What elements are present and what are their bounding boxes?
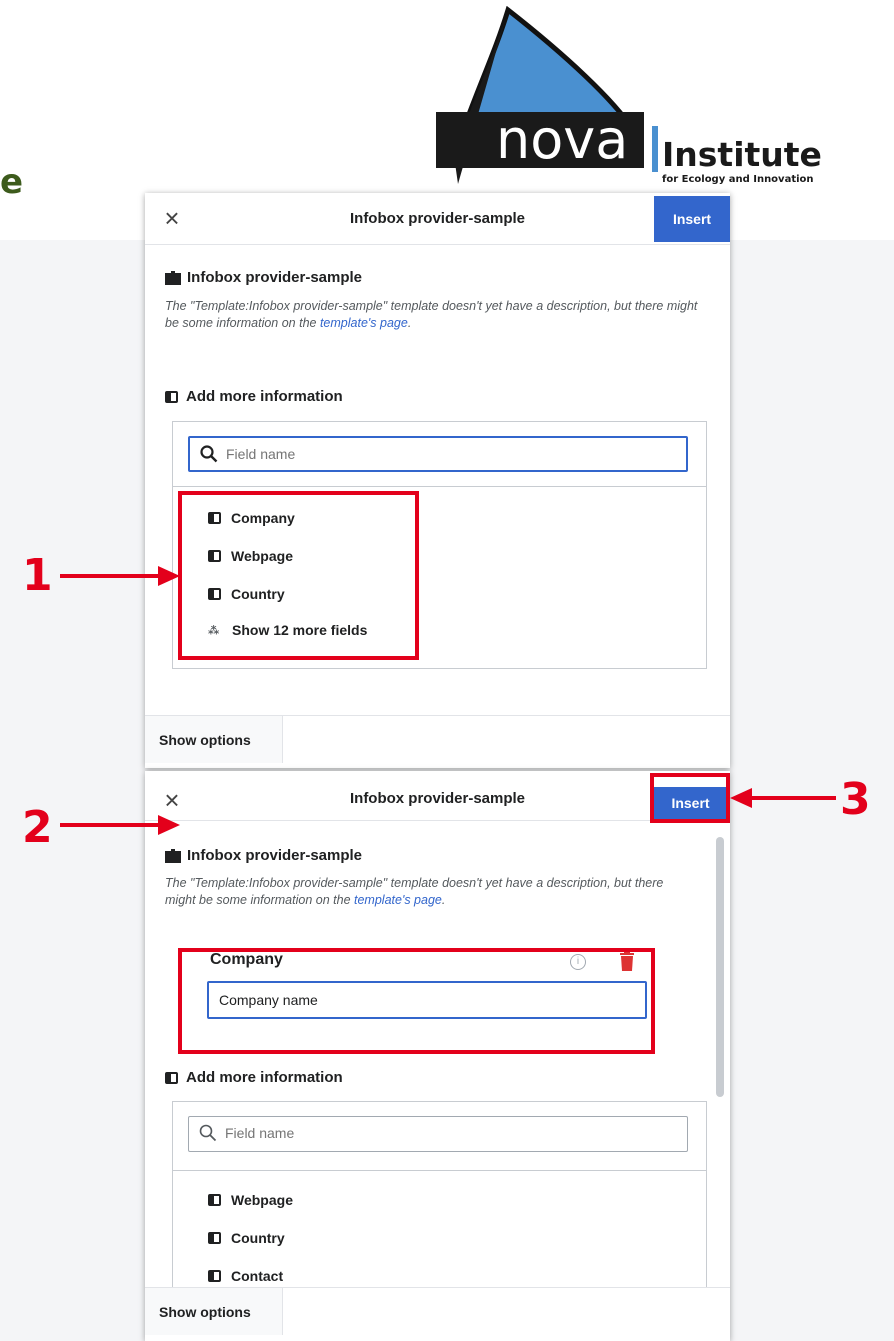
callout-number-2: 2: [22, 802, 53, 853]
parameter-icon: [208, 1270, 221, 1282]
show-options-button[interactable]: Show options: [145, 1288, 283, 1335]
field-search-input[interactable]: [226, 446, 666, 462]
callout-number-1: 1: [22, 550, 53, 601]
page-title-fragment: e: [0, 162, 24, 202]
parameter-icon: [208, 1232, 221, 1244]
parameter-icon: [208, 1194, 221, 1206]
template-description: The "Template:Infobox provider-sample" t…: [165, 298, 705, 332]
callout-number-3: 3: [840, 774, 871, 825]
logo-brand-word: nova: [496, 108, 628, 171]
parameter-icon: [165, 390, 178, 403]
description-text: The "Template:Infobox provider-sample" t…: [165, 299, 698, 330]
field-item-contact[interactable]: Contact: [208, 1268, 283, 1284]
template-heading-label: Infobox provider-sample: [187, 847, 363, 864]
arrow-to-field-list: [60, 566, 180, 586]
insert-button[interactable]: Insert: [654, 196, 730, 242]
dialog-footer: Show options: [145, 715, 730, 763]
field-search[interactable]: [188, 1116, 688, 1152]
add-more-label: Add more information: [186, 388, 343, 405]
dialog-header: × Infobox provider-sample Insert: [145, 193, 730, 245]
dialog-title: Infobox provider-sample: [349, 790, 526, 807]
puzzle-icon: [165, 848, 181, 863]
field-list-divider: [173, 1170, 706, 1171]
highlight-insert-button: [650, 773, 730, 823]
field-search[interactable]: [188, 436, 688, 472]
highlight-field-list: [178, 491, 419, 660]
logo-institute-word: Institute: [662, 135, 822, 174]
field-item-label: Contact: [231, 1268, 284, 1284]
field-item-country[interactable]: Country: [208, 1230, 285, 1246]
show-options-button[interactable]: Show options: [145, 716, 283, 763]
nova-institute-logo: nova Institute for Ecology and Innovatio…: [436, 6, 822, 185]
description-end: .: [407, 316, 412, 330]
template-heading: Infobox provider-sample: [165, 847, 362, 864]
search-icon: [199, 1124, 217, 1142]
template-page-link[interactable]: template's page: [354, 893, 442, 907]
arrow-to-company-field: [60, 815, 180, 835]
dialog-title: Infobox provider-sample: [349, 210, 526, 227]
template-dialog-add-field: × Infobox provider-sample Insert Infobox…: [145, 193, 730, 768]
field-item-webpage[interactable]: Webpage: [208, 1192, 293, 1208]
field-item-label: Country: [231, 1230, 285, 1246]
scrollbar[interactable]: [716, 837, 724, 1097]
add-more-information-heading: Add more information: [165, 388, 343, 405]
field-item-label: Webpage: [231, 1192, 293, 1208]
parameter-icon: [165, 1071, 178, 1084]
arrow-to-insert-button: [730, 788, 836, 808]
add-more-information-heading: Add more information: [165, 1069, 343, 1086]
template-page-link[interactable]: template's page: [320, 316, 408, 330]
field-list-divider: [173, 486, 706, 487]
dialog-header: × Infobox provider-sample Insert: [145, 771, 730, 821]
field-search-input[interactable]: [225, 1125, 665, 1141]
description-end: .: [441, 893, 446, 907]
puzzle-icon: [165, 270, 181, 285]
template-description: The "Template:Infobox provider-sample" t…: [165, 875, 695, 909]
highlight-company-field: [178, 948, 655, 1054]
template-heading: Infobox provider-sample: [165, 269, 362, 286]
logo-tagline: for Ecology and Innovation: [662, 174, 814, 185]
dialog-footer: Show options: [145, 1287, 730, 1341]
template-heading-label: Infobox provider-sample: [187, 269, 363, 286]
add-more-label: Add more information: [186, 1069, 343, 1086]
template-dialog-filled-field: × Infobox provider-sample Insert Infobox…: [145, 771, 730, 1341]
search-icon: [200, 445, 218, 463]
